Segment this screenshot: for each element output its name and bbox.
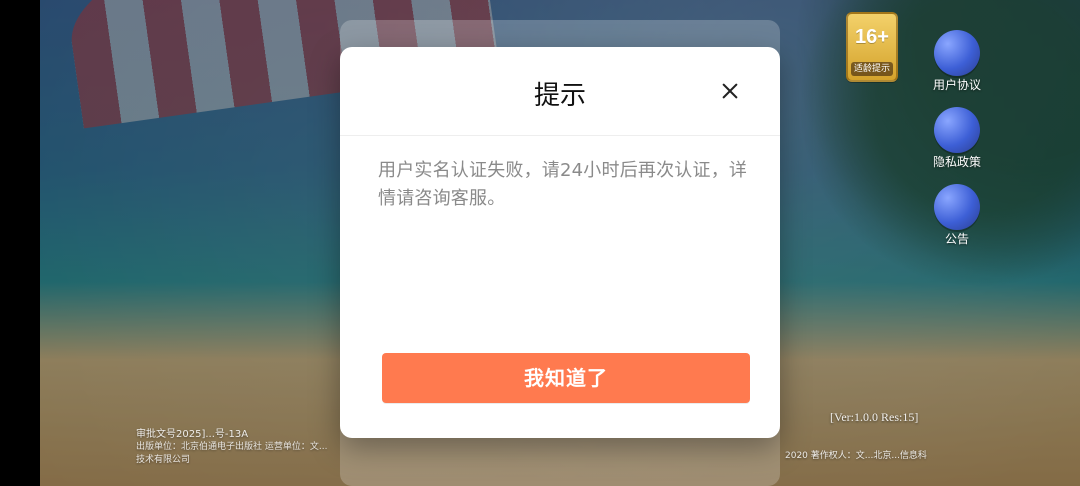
age-rating-badge: 16+ 适龄提示 <box>846 12 898 82</box>
version-text: [Ver:1.0.0 Res:15] <box>830 410 919 424</box>
close-icon[interactable] <box>716 77 744 105</box>
dialog-message: 用户实名认证失败，请24小时后再次认证，详情请咨询客服。 <box>378 160 748 209</box>
sidebar-announcement[interactable]: 公告 <box>922 184 992 256</box>
sidebar-privacy-policy[interactable]: 隐私政策 <box>922 107 992 179</box>
left-black-bar <box>0 0 40 486</box>
document-icon <box>934 107 980 153</box>
sidebar-user-agreement[interactable]: 用户协议 <box>922 30 992 102</box>
dialog-title: 提示 <box>533 81 586 111</box>
megaphone-icon <box>934 184 980 230</box>
dialog-header: 提示 <box>340 47 780 136</box>
sidebar-user-agreement-label: 用户协议 <box>932 78 981 92</box>
footer-left-line1: 审批文号2025]...号-13A <box>136 429 249 440</box>
footer-left-line2: 出版单位：北京伯通电子出版社 运营单位：文... <box>136 442 328 452</box>
document-icon <box>934 30 980 76</box>
age-rating-number: 16+ <box>855 26 889 48</box>
footer-right-text: 2020 著作权人：文...北京...信息科 <box>785 451 927 461</box>
sidebar-privacy-policy-label: 隐私政策 <box>932 155 981 169</box>
footer-left-text: 审批文号2025]...号-13A 出版单位：北京伯通电子出版社 运营单位：文.… <box>136 428 356 467</box>
tip-dialog: 提示 用户实名认证失败，请24小时后再次认证，详情请咨询客服。 我知道了 <box>340 47 780 438</box>
confirm-button[interactable]: 我知道了 <box>382 353 750 403</box>
game-screen: 16+ 适龄提示 用户协议 隐私政策 公告 [Ver:1.0.0 Res:15]… <box>0 0 1080 486</box>
sidebar-announcement-label: 公告 <box>944 232 969 246</box>
age-rating-text: 适龄提示 <box>851 62 893 76</box>
footer-left-line3: 技术有限公司 <box>136 455 191 465</box>
